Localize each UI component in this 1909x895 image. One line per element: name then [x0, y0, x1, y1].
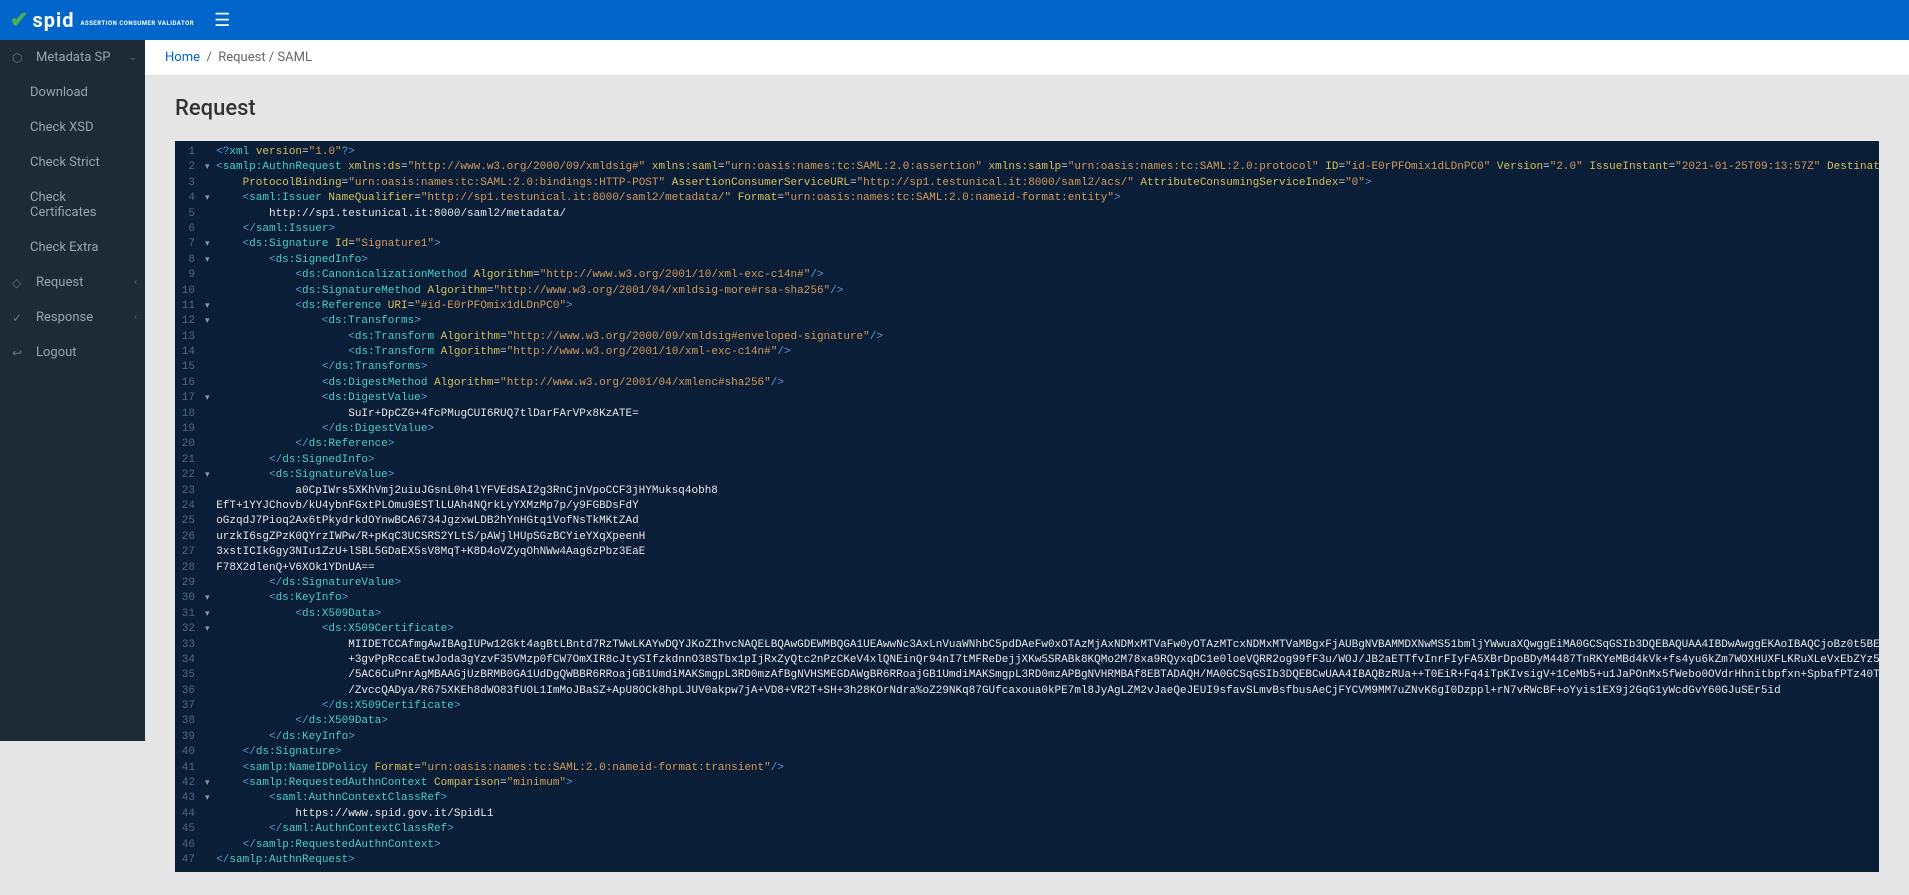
nav-label: Check Extra — [30, 240, 98, 255]
code-line: 1 <?xml version="1.0"?> — [175, 145, 1879, 160]
nav-label: Check XSD — [30, 120, 94, 135]
check-icon: ✔ — [10, 8, 28, 33]
code-line: 21 </ds:SignedInfo> — [175, 453, 1879, 468]
code-line: 16 <ds:DigestMethod Algorithm="http://ww… — [175, 376, 1879, 391]
code-line: 41 <samlp:NameIDPolicy Format="urn:oasis… — [175, 761, 1879, 776]
code-line: 13 <ds:Transform Algorithm="http://www.w… — [175, 330, 1879, 345]
nav-label: Download — [30, 85, 88, 100]
code-line: 30▾ <ds:KeyInfo> — [175, 591, 1879, 606]
code-line: 29 </ds:SignatureValue> — [175, 576, 1879, 591]
code-line: 11▾ <ds:Reference URI="#id-E0rPFOmix1dLD… — [175, 299, 1879, 314]
chevron-left-icon: ‹ — [134, 277, 137, 288]
breadcrumb: Home / Request / SAML — [145, 40, 1909, 76]
code-line: 47 </samlp:AuthnRequest> — [175, 853, 1879, 868]
code-line: 35 /5AC6CuPnrAgMBAAGjUzBRMB0GA1UdDgQWBBR… — [175, 668, 1879, 683]
code-line: 14 <ds:Transform Algorithm="http://www.w… — [175, 345, 1879, 360]
logo: ✔ spid ASSERTION CONSUMER VALIDATOR — [10, 8, 194, 33]
nav-icon: ⬡ — [12, 51, 28, 65]
nav-icon: ✓ — [12, 311, 28, 325]
code-line: 20 </ds:Reference> — [175, 437, 1879, 452]
code-line: 33 MIIDETCCAfmgAwIBAgIUPw12Gkt4agBtLBntd… — [175, 638, 1879, 653]
code-line: 19 </ds:DigestValue> — [175, 422, 1879, 437]
code-line: 23 a0CpIWrs5XKhVmj2uiuJGsnL0h4lYFVEdSAI2… — [175, 484, 1879, 499]
code-line: 7▾ <ds:Signature Id="Signature1"> — [175, 237, 1879, 252]
code-line: 38 </ds:X509Data> — [175, 714, 1879, 729]
code-line: 24 EfT+1YYJChovb/kU4ybnFGxtPLOmu9ESTlLUA… — [175, 499, 1879, 514]
sidebar-item-request[interactable]: ◇ Request ‹ — [0, 265, 145, 300]
nav-label: Check Certificates — [30, 190, 133, 220]
sidebar-item-response[interactable]: ✓ Response ‹ — [0, 300, 145, 335]
nav-label: Response — [36, 310, 93, 325]
logo-subtitle: ASSERTION CONSUMER VALIDATOR — [81, 20, 195, 27]
nav-label: Metadata SP — [36, 50, 110, 65]
code-line: 3 ProtocolBinding="urn:oasis:names:tc:SA… — [175, 176, 1879, 191]
code-line: 18 SuIr+DpCZG+4fcPMugCUI6RUQ7tlDarFArVPx… — [175, 407, 1879, 422]
code-line: 4▾ <saml:Issuer NameQualifier="http://sp… — [175, 191, 1879, 206]
sidebar-item-check-extra[interactable]: Check Extra — [0, 230, 145, 265]
code-line: 44 https://www.spid.gov.it/SpidL1 — [175, 807, 1879, 822]
nav-label: Check Strict — [30, 155, 100, 170]
code-line: 26 urzkI6sgZPzK0QYrzIWPw/R+pKqC3UCSRS2YL… — [175, 530, 1879, 545]
breadcrumb-current: Request / SAML — [218, 50, 312, 65]
code-line: 2▾ <samlp:AuthnRequest xmlns:ds="http://… — [175, 160, 1879, 175]
sidebar: ⬡ Metadata SP ⌄ Download Check XSD Check Stri… — [0, 40, 145, 741]
sidebar-item-check-xsd[interactable]: Check XSD — [0, 110, 145, 145]
code-line: 37 </ds:X509Certificate> — [175, 699, 1879, 714]
nav-label: Logout — [36, 345, 77, 360]
topbar: ✔ spid ASSERTION CONSUMER VALIDATOR ☰ — [0, 0, 1909, 40]
code-line: 36 /ZvccQADya/R675XKEh8dWO83fUOL1ImMoJBa… — [175, 684, 1879, 699]
nav-label: Request — [36, 275, 83, 290]
page-body: Request 1 <?xml version="1.0"?>2▾ <samlp… — [145, 76, 1909, 892]
code-line: 43▾ <saml:AuthnContextClassRef> — [175, 791, 1879, 806]
breadcrumb-sep: / — [206, 50, 211, 65]
breadcrumb-home[interactable]: Home — [165, 50, 200, 65]
code-block[interactable]: 1 <?xml version="1.0"?>2▾ <samlp:AuthnRe… — [175, 141, 1879, 872]
code-line: 17▾ <ds:DigestValue> — [175, 391, 1879, 406]
code-line: 12▾ <ds:Transforms> — [175, 314, 1879, 329]
sidebar-item-download[interactable]: Download — [0, 75, 145, 110]
code-line: 27 3xstICIkGgy3NIu1ZzU+lSBL5GDaEX5sV8MqT… — [175, 545, 1879, 560]
code-line: 40 </ds:Signature> — [175, 745, 1879, 760]
code-line: 9 <ds:CanonicalizationMethod Algorithm="… — [175, 268, 1879, 283]
content: Home / Request / SAML Request 1 <?xml ve… — [145, 40, 1909, 892]
sidebar-item-metadata-sp[interactable]: ⬡ Metadata SP ⌄ — [0, 40, 145, 75]
nav-icon: ↩ — [12, 346, 28, 360]
code-line: 46 </samlp:RequestedAuthnContext> — [175, 838, 1879, 853]
code-line: 8▾ <ds:SignedInfo> — [175, 253, 1879, 268]
nav-icon: ◇ — [12, 276, 28, 290]
logo-text: spid — [32, 8, 74, 32]
code-line: 31▾ <ds:X509Data> — [175, 607, 1879, 622]
code-line: 39 </ds:KeyInfo> — [175, 730, 1879, 745]
chevron-down-icon: ⌄ — [129, 52, 137, 63]
code-line: 42▾ <samlp:RequestedAuthnContext Compari… — [175, 776, 1879, 791]
code-line: 45 </saml:AuthnContextClassRef> — [175, 822, 1879, 837]
sidebar-item-check-certificates[interactable]: Check Certificates — [0, 180, 145, 230]
code-line: 32▾ <ds:X509Certificate> — [175, 622, 1879, 637]
code-line: 28 F78X2dlenQ+V6XOk1YDnUA== — [175, 561, 1879, 576]
sidebar-item-logout[interactable]: ↩ Logout — [0, 335, 145, 370]
hamburger-icon[interactable]: ☰ — [214, 10, 230, 31]
code-line: 22▾ <ds:SignatureValue> — [175, 468, 1879, 483]
chevron-left-icon: ‹ — [134, 312, 137, 323]
sidebar-item-check-strict[interactable]: Check Strict — [0, 145, 145, 180]
code-line: 34 +3gvPpRccaEtwJoda3gYzvF35VMzp0fCW7OmX… — [175, 653, 1879, 668]
page-title: Request — [175, 96, 1879, 121]
code-line: 6 </saml:Issuer> — [175, 222, 1879, 237]
code-line: 25 oGzqdJ7Pioq2Ax6tPkydrkdOYnwBCA6734Jgz… — [175, 514, 1879, 529]
code-line: 5 http://sp1.testunical.it:8000/saml2/me… — [175, 207, 1879, 222]
code-line: 15 </ds:Transforms> — [175, 360, 1879, 375]
code-line: 10 <ds:SignatureMethod Algorithm="http:/… — [175, 284, 1879, 299]
